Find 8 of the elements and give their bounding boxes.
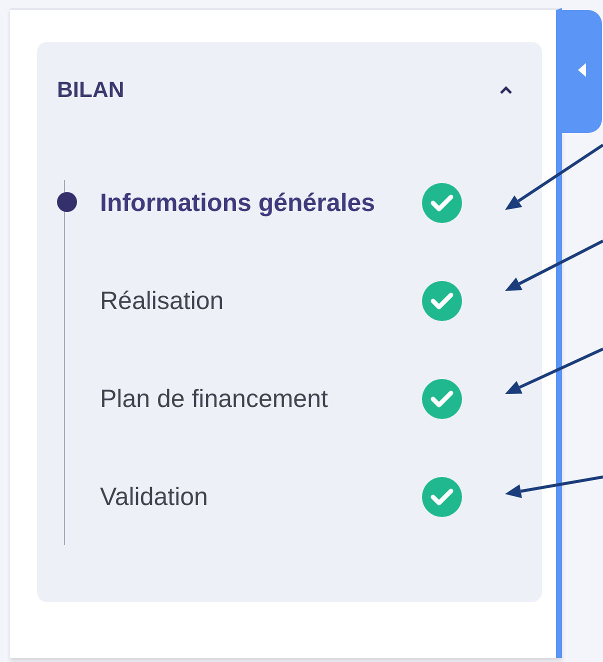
step-link[interactable]: Plan de financement <box>100 384 422 414</box>
step-link[interactable]: Validation <box>100 482 422 512</box>
section-title: BILAN <box>57 77 124 103</box>
step-link[interactable]: Réalisation <box>100 286 422 316</box>
collapse-panel-button[interactable] <box>562 10 602 133</box>
step-link[interactable]: Informations générales <box>100 188 422 218</box>
caret-up-icon <box>499 85 513 95</box>
triangle-left-icon <box>577 62 587 78</box>
